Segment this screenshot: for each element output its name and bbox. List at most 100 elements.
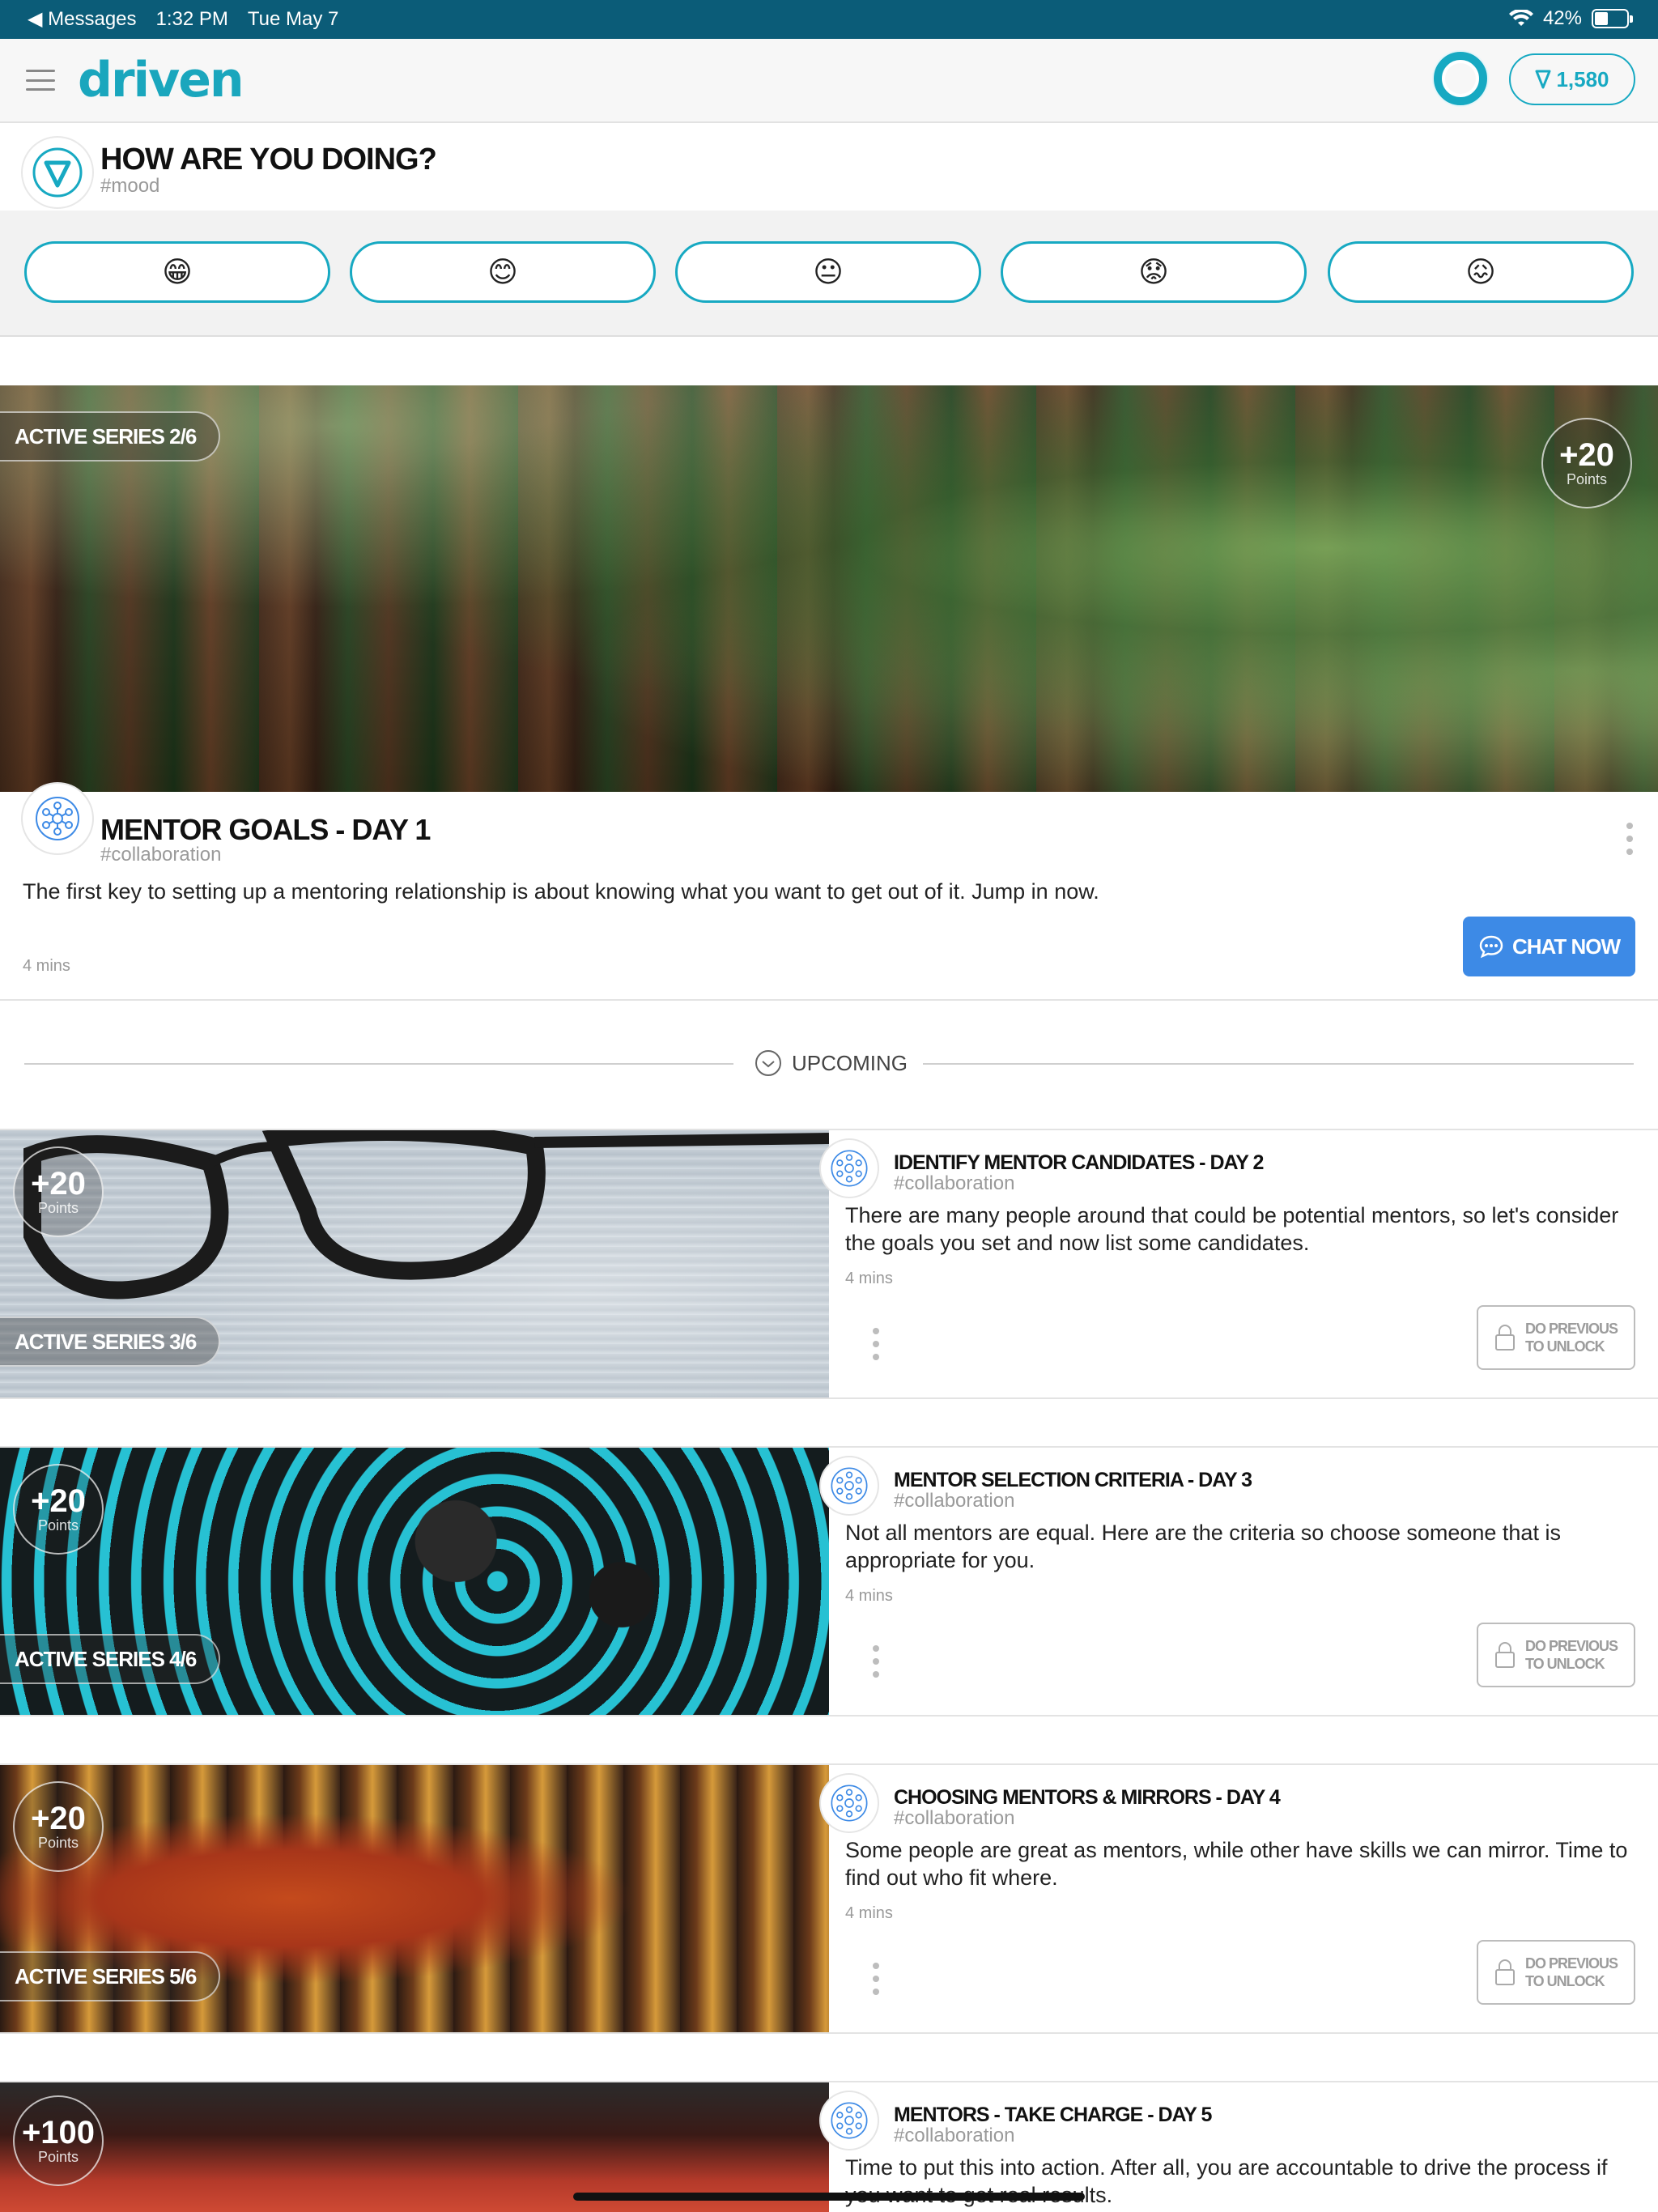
points-badge-value: +20	[31, 1482, 86, 1519]
points-button[interactable]: 1,580	[1509, 53, 1635, 105]
lock-line-1: DO PREVIOUS	[1524, 1321, 1618, 1337]
card-title[interactable]: MENTORS - TAKE CHARGE - DAY 5	[894, 2104, 1212, 2127]
mood-option-happy[interactable]: 😊	[350, 241, 656, 303]
mood-options: 😁 😊 😐 😟 😖	[0, 211, 1658, 337]
battery-icon	[1592, 9, 1633, 28]
card-image-graduate: +20 Points ACTIVE SERIES 5/6	[0, 1765, 829, 2032]
card-title[interactable]: CHOOSING MENTORS & MIRRORS - DAY 4	[894, 1786, 1281, 1810]
chat-now-button[interactable]: CHAT NOW	[1463, 917, 1635, 976]
card-tag: #collaboration	[894, 2125, 1015, 2146]
card-duration: 4 mins	[845, 1587, 893, 1605]
chat-bubble-icon	[1479, 935, 1503, 959]
collaboration-badge	[821, 1457, 878, 1514]
mood-option-neutral[interactable]: 😐	[675, 241, 981, 303]
series-badge: ACTIVE SERIES 2/6	[0, 411, 221, 462]
collaboration-icon	[831, 2102, 868, 2139]
points-badge-value: +20	[31, 1165, 86, 1202]
upcoming-card[interactable]: +20 Points ACTIVE SERIES 5/6 CHOOSING ME…	[0, 1763, 1658, 2034]
driven-logo: driven	[78, 52, 244, 108]
collaboration-badge	[821, 1140, 878, 1197]
mood-section-header: HOW ARE YOU DOING? #mood	[0, 125, 1658, 211]
upcoming-card[interactable]: +20 Points ACTIVE SERIES 3/6 IDENTIFY ME…	[0, 1129, 1658, 1399]
card-duration: 4 mins	[845, 1904, 893, 1922]
upcoming-card[interactable]: +20 Points ACTIVE SERIES 4/6 MENTOR SELE…	[0, 1446, 1658, 1716]
points-badge-value: +20	[31, 1800, 86, 1836]
card-description: Some people are great as mentors, while …	[845, 1838, 1628, 1890]
profile-ring-button[interactable]	[1434, 52, 1487, 105]
series-badge: ACTIVE SERIES 3/6	[0, 1317, 221, 1367]
points-badge-value: +100	[21, 2114, 96, 2150]
points-badge-label: Points	[37, 1516, 79, 1534]
card-info: MENTOR SELECTION CRITERIA - DAY 3 #colla…	[821, 1448, 1658, 1715]
collaboration-badge	[23, 784, 92, 853]
mood-option-worried[interactable]: 😟	[1001, 241, 1307, 303]
chat-now-label: CHAT NOW	[1511, 934, 1621, 959]
wifi-icon	[1508, 10, 1533, 26]
locked-button[interactable]: DO PREVIOUS TO UNLOCK	[1477, 1305, 1635, 1370]
card-title[interactable]: MENTOR SELECTION CRITERIA - DAY 3	[894, 1469, 1252, 1492]
hero-card-image[interactable]: ACTIVE SERIES 2/6 +20 Points	[0, 385, 1658, 792]
points-badge: +20 Points	[13, 1146, 104, 1237]
card-tag: #collaboration	[894, 1807, 1015, 1829]
points-badge-label: Points	[37, 1199, 79, 1216]
card-tag: #collaboration	[894, 1490, 1015, 1512]
mood-tag: #mood	[100, 175, 160, 197]
collaboration-icon	[831, 1467, 868, 1504]
upcoming-divider: UPCOMING	[0, 1001, 1658, 1129]
points-value: 1,580	[1556, 66, 1609, 91]
card-title[interactable]: IDENTIFY MENTOR CANDIDATES - DAY 2	[894, 1151, 1264, 1175]
status-time: 1:32 PM	[155, 7, 228, 30]
collaboration-badge	[821, 1775, 878, 1831]
lock-line-2: TO UNLOCK	[1524, 1338, 1605, 1355]
collaboration-icon	[831, 1150, 868, 1187]
hero-title[interactable]: MENTOR GOALS - DAY 1	[100, 813, 431, 847]
driven-mark-icon	[32, 147, 83, 198]
points-badge-label: Points	[1566, 470, 1608, 487]
card-info: IDENTIFY MENTOR CANDIDATES - DAY 2 #coll…	[821, 1130, 1658, 1397]
points-badge-value: +20	[1559, 436, 1614, 473]
lock-line-2: TO UNLOCK	[1524, 1656, 1605, 1672]
hero-more-options[interactable]	[1625, 823, 1635, 855]
battery-percent: 42%	[1542, 7, 1582, 29]
card-more-options[interactable]	[871, 1328, 881, 1360]
card-image-aerial: +20 Points ACTIVE SERIES 4/6	[0, 1448, 829, 1715]
status-bar: ◀ Messages 1:32 PM Tue May 7 42%	[0, 0, 1658, 39]
menu-icon[interactable]	[26, 70, 55, 91]
collaboration-badge	[821, 2092, 878, 2149]
card-more-options[interactable]	[871, 1963, 881, 1995]
mood-option-frustrated[interactable]: 😖	[1328, 241, 1634, 303]
points-badge-label: Points	[37, 1834, 79, 1851]
upcoming-label: UPCOMING	[792, 1050, 908, 1075]
home-indicator[interactable]	[573, 2193, 1085, 2201]
mood-title: HOW ARE YOU DOING?	[100, 143, 437, 177]
card-image-glasses: +20 Points ACTIVE SERIES 3/6	[0, 1130, 829, 1397]
collaboration-icon	[831, 1784, 868, 1822]
hero-description: The first key to setting up a mentoring …	[23, 879, 1099, 904]
points-badge: +20 Points	[1541, 418, 1632, 508]
lock-icon	[1494, 1959, 1515, 1985]
card-tag: #collaboration	[894, 1172, 1015, 1194]
locked-button[interactable]: DO PREVIOUS TO UNLOCK	[1477, 1623, 1635, 1687]
points-badge: +20 Points	[13, 1781, 104, 1872]
mood-option-very-happy[interactable]: 😁	[24, 241, 330, 303]
card-description: Not all mentors are equal. Here are the …	[845, 1521, 1561, 1572]
points-badge: +100 Points	[13, 2095, 104, 2186]
mood-badge	[23, 138, 92, 207]
card-duration: 4 mins	[845, 1270, 893, 1287]
hero-card-body: MENTOR GOALS - DAY 1 #collaboration The …	[0, 784, 1658, 1001]
hero-tag: #collaboration	[100, 844, 222, 866]
back-to-messages[interactable]: ◀ Messages	[28, 7, 137, 31]
clock-icon	[755, 1050, 781, 1076]
status-date: Tue May 7	[247, 7, 339, 30]
card-more-options[interactable]	[871, 1645, 881, 1678]
series-badge: ACTIVE SERIES 5/6	[0, 1951, 221, 2001]
locked-button[interactable]: DO PREVIOUS TO UNLOCK	[1477, 1940, 1635, 2005]
collaboration-icon	[36, 797, 79, 840]
series-badge: ACTIVE SERIES 4/6	[0, 1634, 221, 1684]
lock-icon	[1494, 1642, 1515, 1668]
driven-points-icon	[1535, 70, 1551, 89]
top-nav: driven 1,580	[0, 39, 1658, 123]
lock-line-1: DO PREVIOUS	[1524, 1955, 1618, 1972]
lock-icon	[1494, 1325, 1515, 1351]
card-info: CHOOSING MENTORS & MIRRORS - DAY 4 #coll…	[821, 1765, 1658, 2032]
